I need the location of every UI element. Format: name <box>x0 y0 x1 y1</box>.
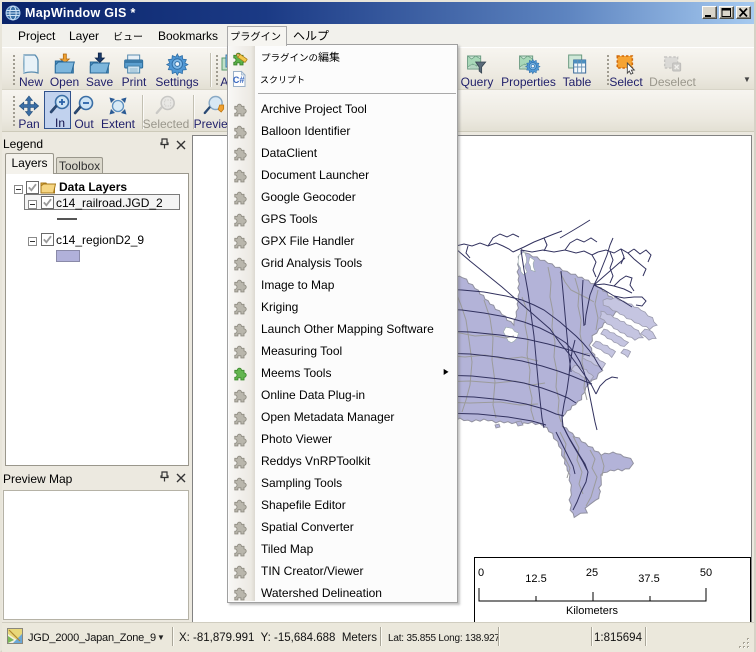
svg-text:12.5: 12.5 <box>525 573 546 585</box>
svg-text:50: 50 <box>700 567 712 579</box>
svg-text:C#: C# <box>233 75 245 85</box>
svg-text:37.5: 37.5 <box>638 573 659 585</box>
svg-text:0: 0 <box>478 567 484 579</box>
svg-text:Kilometers: Kilometers <box>566 605 618 617</box>
svg-text:25: 25 <box>586 567 598 579</box>
